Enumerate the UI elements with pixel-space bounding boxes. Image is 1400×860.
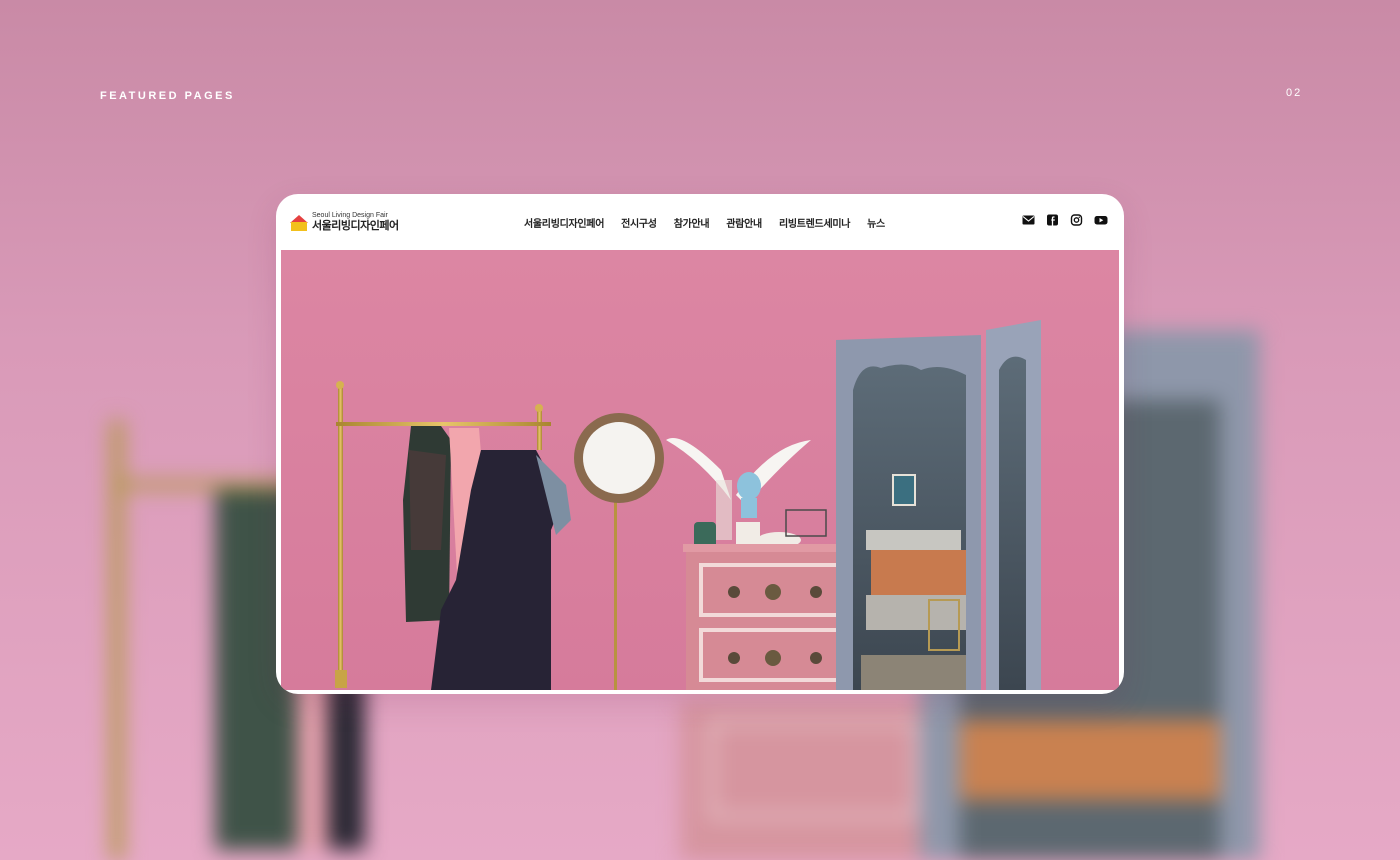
social-links [1022, 214, 1108, 226]
logo-korean: 서울리빙디자인페어 [312, 220, 399, 232]
site-logo[interactable]: Seoul Living Design Fair 서울리빙디자인페어 [290, 212, 399, 232]
logo-english: Seoul Living Design Fair [312, 212, 388, 219]
mail-icon[interactable] [1022, 214, 1035, 226]
logo-icon [290, 213, 308, 231]
nav-item-seminar[interactable]: 리빙트렌드세미나 [779, 215, 851, 230]
website-preview-card: Seoul Living Design Fair 서울리빙디자인페어 서울리빙디… [276, 194, 1124, 694]
facebook-icon[interactable] [1046, 214, 1059, 226]
hero-illustration [281, 250, 1119, 690]
folding-screen-mirror [836, 320, 1041, 690]
section-label: FEATURED PAGES [100, 90, 235, 102]
nav-item-fair[interactable]: 서울리빙디자인페어 [524, 215, 604, 230]
site-header: Seoul Living Design Fair 서울리빙디자인페어 서울리빙디… [276, 194, 1124, 250]
youtube-icon[interactable] [1094, 214, 1108, 226]
hero-image [281, 250, 1119, 690]
instagram-icon[interactable] [1070, 214, 1083, 226]
nav-item-news[interactable]: 뉴스 [867, 215, 885, 230]
nav-item-visitor-info[interactable]: 관람안내 [726, 215, 762, 230]
nav-item-participation[interactable]: 참가안내 [674, 215, 710, 230]
nav-item-exhibition[interactable]: 전시구성 [621, 215, 657, 230]
page-number: 02 [1286, 87, 1303, 99]
main-nav: 서울리빙디자인페어 전시구성 참가안내 관람안내 리빙트렌드세미나 뉴스 [524, 215, 885, 230]
pink-dresser [683, 544, 849, 690]
